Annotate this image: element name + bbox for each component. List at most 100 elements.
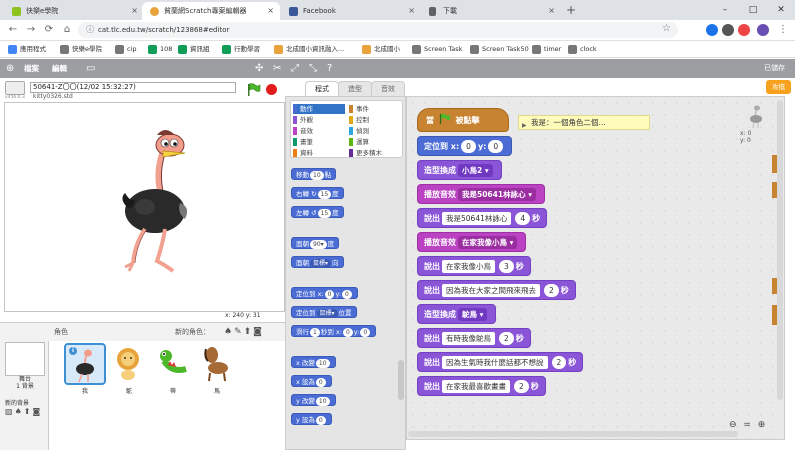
script-block-looks[interactable]: 說出 在家我像小鳥 3 秒 [417,256,531,276]
script-block-motion[interactable]: 定位到 x: 0 y: 0 [417,136,513,156]
when-flag-clicked-block[interactable]: 當 被點擊 [417,108,509,132]
category-more-blocks[interactable]: 更多積木 [349,148,401,158]
browser-tab-2-active[interactable]: 貧蘭網Scratch專案編輯器 × [142,2,280,20]
palette-turn-right-block[interactable]: 右轉 ↻ 15 度 [291,187,344,199]
bookmark-item[interactable]: 資訊組 [178,43,210,56]
paint-backdrop-icon[interactable]: ▨ [5,407,15,416]
bookmark-item[interactable]: clock [568,43,597,56]
text-input[interactable]: 因為我在大家之間飛來飛去 [442,284,540,297]
palette-set-x-block[interactable]: x 設為 0 [291,375,332,387]
sprite-thumb-dragon[interactable] [152,343,194,385]
new-tab-button[interactable]: + [566,2,576,18]
choose-sprite-icon[interactable]: ♠ [224,327,234,337]
palette-change-y-block[interactable]: y 改變 10 [291,394,336,406]
text-input[interactable]: 因為生氣時我什麼話都不想說 [442,356,548,369]
bookmark-item[interactable]: 行動學習 [222,43,260,56]
omnibox[interactable]: ⓘ cat.tlc.edu.tw/scratch/123868#editor ☆ [78,22,678,38]
number-input[interactable]: 3 [499,260,514,273]
tab-sounds[interactable]: 音效 [371,81,405,96]
palette-set-y-block[interactable]: y 設為 0 [291,413,332,425]
number-input[interactable]: 4 [515,212,531,225]
delete-icon[interactable]: ✂ [273,62,281,75]
bookmark-item[interactable]: cip [115,43,137,56]
category-looks[interactable]: 外觀 [293,115,345,125]
category-pen[interactable]: 畫筆 [293,137,345,147]
bookmark-item[interactable]: timer [532,43,561,56]
dropdown-input[interactable]: 鴕鳥 ▾ [458,308,488,321]
dropdown-input[interactable]: 小鳥2 ▾ [458,164,493,177]
duplicate-icon[interactable]: ✣ [255,62,263,75]
maximize-button[interactable]: □ [739,0,767,20]
add-button[interactable]: 攻擋 [766,80,791,94]
palette-move-block[interactable]: 移動 10 點 [291,168,337,180]
browser-tab-3[interactable]: Facebook × [281,2,421,20]
tab-close-icon[interactable]: × [548,2,555,20]
palette-goto-block[interactable]: 定位到 鼠標▾ 位置 [291,306,357,318]
palette-point-direction-block[interactable]: 面朝 90▾ 度 [291,237,340,249]
script-block-looks[interactable]: 說出 因為我在大家之間飛來飛去 2 秒 [417,280,576,300]
bookmark-star-icon[interactable]: ☆ [662,23,671,34]
paint-sprite-icon[interactable]: ✎ [234,327,244,337]
bookmark-apps[interactable]: 應用程式 [8,43,46,56]
palette-point-towards-block[interactable]: 面朝 鼠標▾ 向 [291,256,344,268]
script-comment[interactable]: ▶ 我是：一個角色二個... [518,115,650,130]
tab-costumes[interactable]: 造型 [338,81,372,96]
script-block-looks[interactable]: 說出 在家我最喜歡畫畫 2 秒 [417,376,546,396]
category-data[interactable]: 資料 [293,148,345,158]
globe-language-icon[interactable]: ⊕ [6,62,14,75]
category-events[interactable]: 事件 [349,104,401,114]
palette-scrollbar[interactable] [398,360,404,400]
choose-backdrop-icon[interactable]: ♠ [15,407,24,416]
script-block-looks[interactable]: 造型換成 小鳥2 ▾ [417,160,502,180]
palette-turn-left-block[interactable]: 左轉 ↺ 15 度 [291,206,344,218]
palette-change-x-block[interactable]: x 改變 10 [291,356,336,368]
number-input[interactable]: 2 [499,332,514,345]
ostrich-sprite[interactable] [5,103,284,311]
tab-scripts[interactable]: 程式 [305,81,339,96]
tab-close-icon[interactable]: × [131,2,138,20]
stage-canvas[interactable] [4,102,285,312]
category-motion[interactable]: 動作 [293,104,345,114]
green-flag-icon[interactable] [247,83,261,96]
bookmark-item[interactable]: 108 [148,43,172,56]
extension-icon[interactable] [722,24,734,36]
file-menu[interactable]: 檔案 [24,59,39,78]
bookmark-item[interactable]: Screen Task50 [470,43,529,56]
camera-icon[interactable]: ◙ [32,407,42,416]
reload-icon[interactable]: ⟳ [42,23,56,37]
script-block-looks[interactable]: 造型換成 鴕鳥 ▾ [417,304,497,324]
browser-tab-1[interactable]: 快樂e學院 × [4,2,144,20]
palette-glide-block[interactable]: 滑行 1 秒到 x: 0 y: 0 [291,325,377,337]
camera-icon[interactable]: ◙ [253,327,264,337]
script-block-sound[interactable]: 播放音效 我是50641林詠心 ▾ [417,184,545,204]
dropdown-input[interactable]: 在家我像小鳥 ▾ [458,236,518,249]
upload-sprite-icon[interactable]: ⬆ [244,327,254,337]
scripts-horizontal-scrollbar[interactable] [408,431,738,437]
script-block-looks[interactable]: 說出 有時我像鴕鳥 2 秒 [417,328,531,348]
forward-icon[interactable]: → [24,23,38,37]
info-icon[interactable]: i [69,347,77,355]
bookmark-item[interactable]: Screen Task [412,43,462,56]
text-input[interactable]: 我是50641林詠心 [442,212,512,225]
text-input[interactable]: 在家我像小鳥 [442,260,495,273]
url-text[interactable]: cat.tlc.edu.tw/scratch/123868#editor [98,24,229,36]
shrink-icon[interactable]: ⤡ [309,62,317,75]
number-input[interactable]: 0 [488,140,504,153]
text-input[interactable]: 有時我像鴕鳥 [442,332,495,345]
extension-icon[interactable] [738,24,750,36]
minimize-button[interactable]: – [711,0,739,20]
category-sound[interactable]: 音效 [293,126,345,136]
sprite-thumb-lion[interactable] [108,343,150,385]
text-input[interactable]: 在家我最喜歡畫畫 [442,380,510,393]
sprite-thumb-ostrich[interactable]: i [64,343,106,385]
collapse-triangle-icon[interactable]: ▶ [522,119,527,132]
tab-close-icon[interactable]: × [408,2,415,20]
palette-goto-xy-block[interactable]: 定位到 x: 0 y: 0 [291,287,358,299]
close-window-button[interactable]: ✕ [767,0,795,20]
sprite-thumb-horse[interactable] [196,343,238,385]
bookmark-item[interactable]: 快樂e學院 [60,43,102,56]
fullscreen-button[interactable] [5,81,25,95]
new-sprite-icons[interactable]: ♠✎⬆◙ [224,327,264,337]
edit-menu[interactable]: 編輯 [52,59,67,78]
bookmark-item[interactable]: 北成國小 [362,43,400,56]
